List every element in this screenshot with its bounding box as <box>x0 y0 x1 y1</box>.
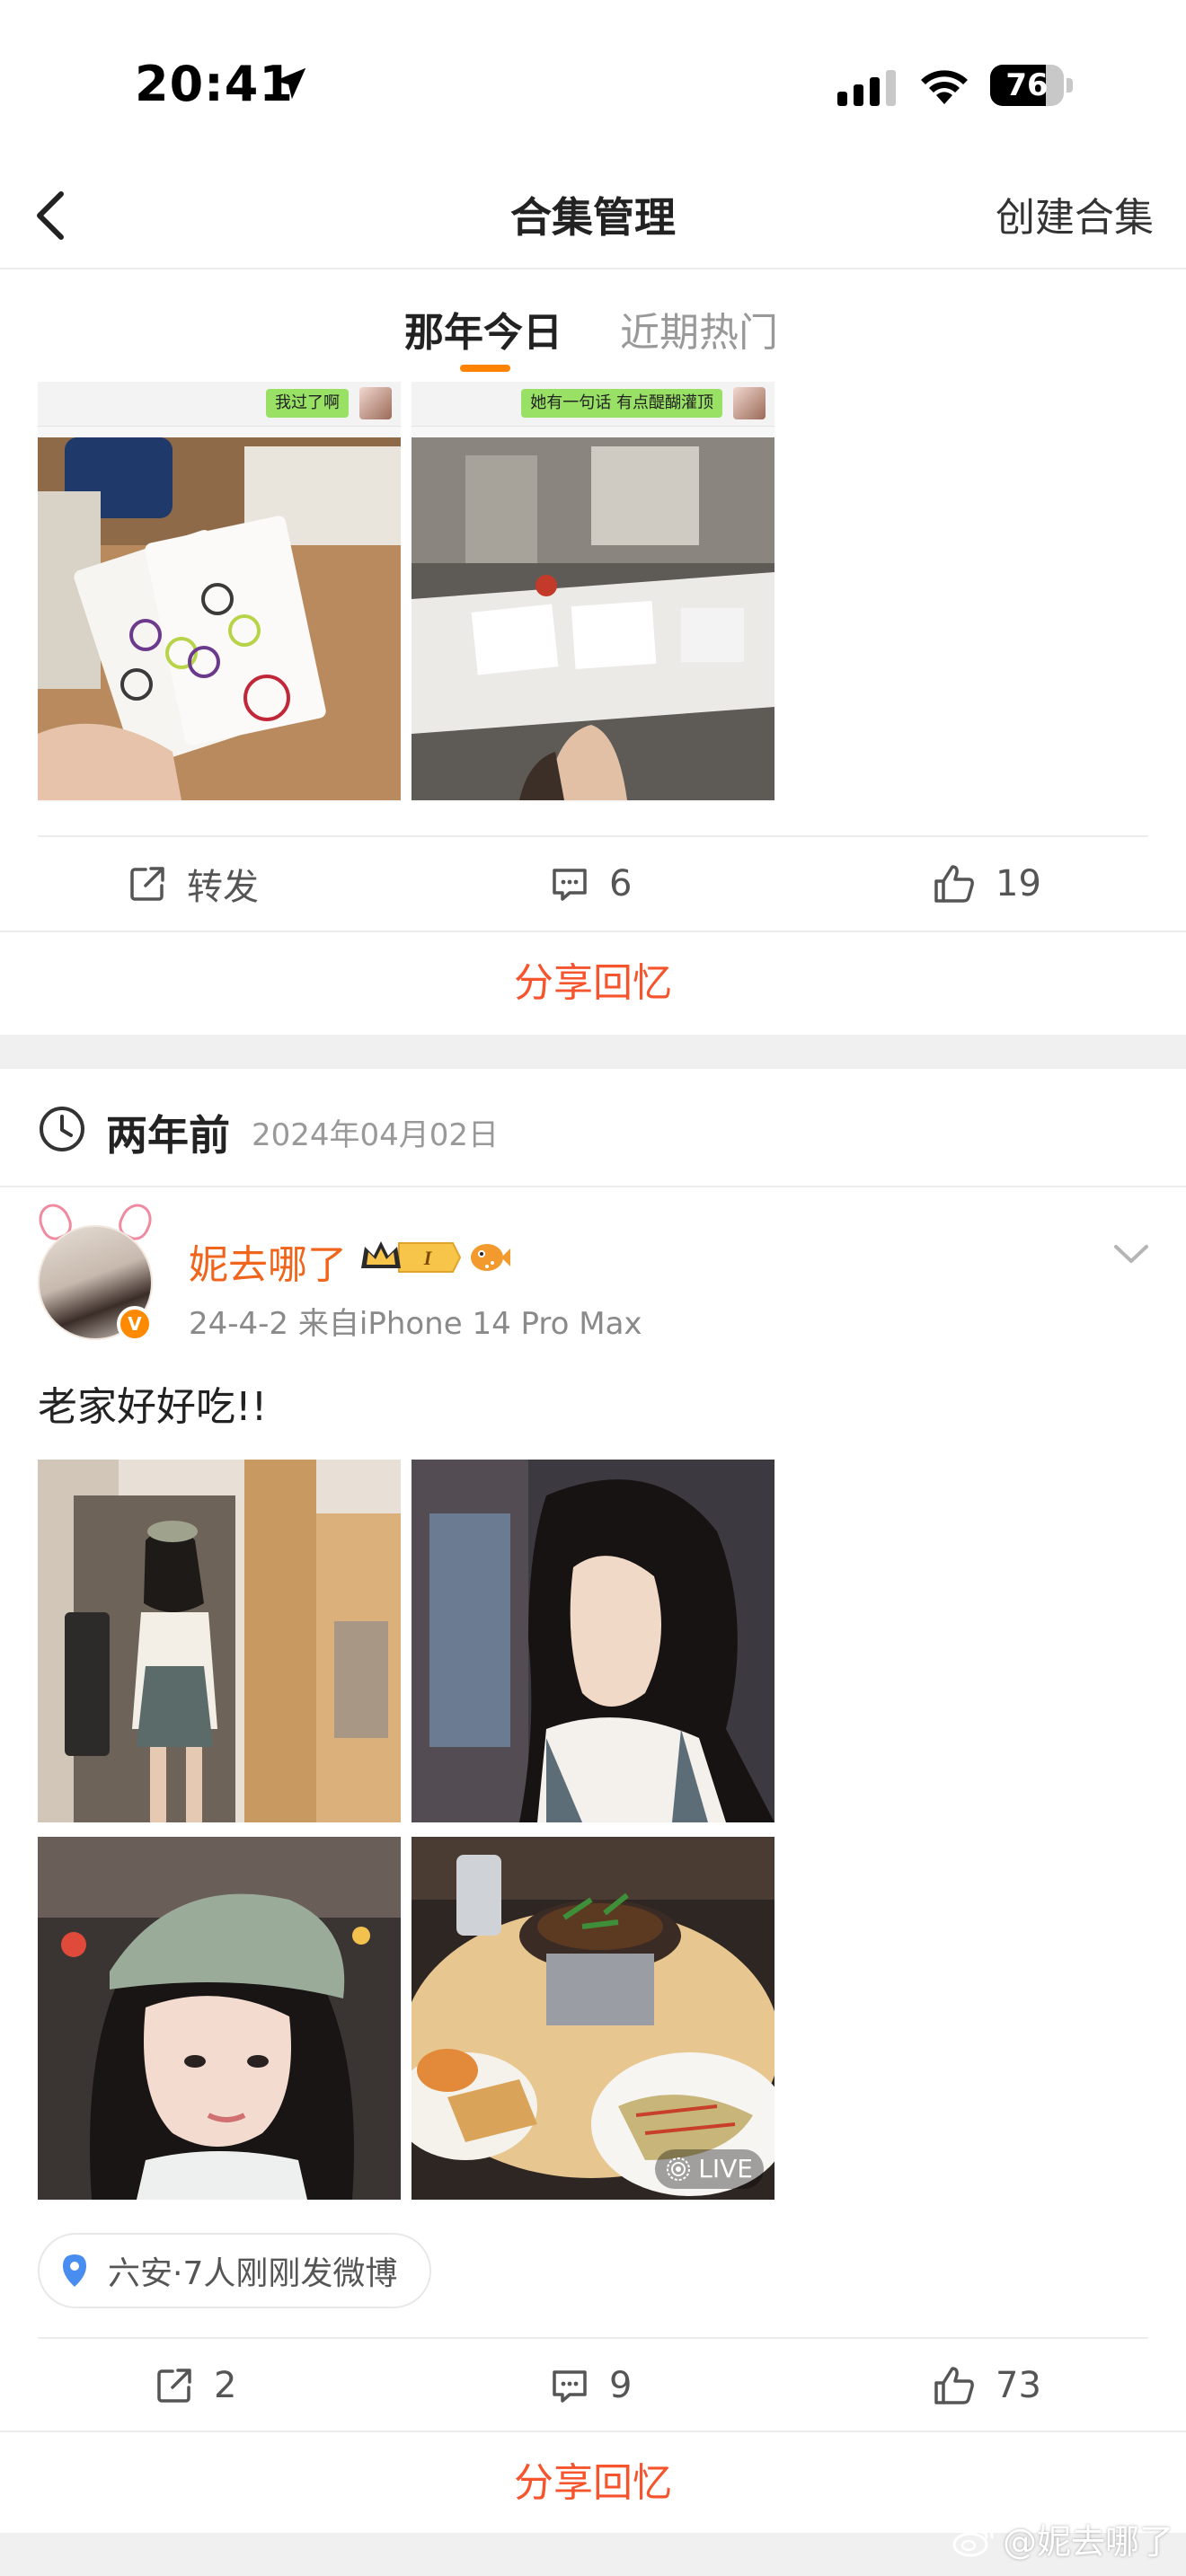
photo-cards-image[interactable]: 我过了啊 <box>38 382 401 802</box>
verified-badge-icon: V <box>117 1306 153 1342</box>
chat-avatar <box>733 387 766 419</box>
section-divider <box>0 1035 1186 1069</box>
memory-header: 两年前 2024年04月02日 <box>0 1069 1186 1187</box>
food-table-illustration <box>412 1837 774 2200</box>
comment-button[interactable]: 6 <box>550 837 632 931</box>
profile-selfie-illustration <box>412 1460 774 1822</box>
comment-count: 9 <box>609 2365 633 2406</box>
repost-label: 转发 <box>187 867 259 908</box>
comment-icon <box>553 2370 587 2403</box>
chat-screenshot-strip: 我过了啊 <box>38 382 401 427</box>
mirror-selfie-photo[interactable] <box>38 1460 401 1822</box>
nav-bar: 合集管理 创建合集 <box>0 162 1186 269</box>
repost-button[interactable]: 转发 <box>128 837 259 931</box>
like-button[interactable]: 73 <box>933 2339 1041 2432</box>
post-actions: 2 9 73 <box>38 2337 1148 2430</box>
chevron-down-icon[interactable] <box>1111 1236 1152 1272</box>
tab-recent-popular[interactable]: 近期热门 <box>620 300 778 357</box>
live-label: LIVE <box>698 2154 753 2183</box>
battery-indicator: 76 <box>990 65 1073 106</box>
username[interactable]: 妮去哪了 <box>189 1232 347 1290</box>
location-chip[interactable]: 六安·7人刚刚发微博 <box>38 2233 432 2308</box>
crown-member-badge-icon: I <box>361 1241 462 1273</box>
post-meta: 24-4-2 来自iPhone 14 Pro Max <box>189 1306 642 1342</box>
profile-selfie-photo[interactable] <box>412 1460 774 1822</box>
food-table-photo[interactable]: LIVE <box>412 1837 774 2200</box>
cap-selfie-photo[interactable] <box>38 1837 401 2200</box>
weibo-logo-icon <box>952 2525 994 2556</box>
comment-count: 6 <box>609 863 633 904</box>
active-tab-indicator <box>460 365 510 372</box>
office-desk-image[interactable]: 她有一句话 有点醍醐灌顶 <box>412 382 774 802</box>
live-photo-icon <box>667 2157 691 2181</box>
tab-on-this-day[interactable]: 那年今日 <box>404 300 562 357</box>
comment-button[interactable]: 9 <box>550 2339 632 2432</box>
photo-cards-illustration <box>38 437 401 800</box>
chat-bubble: 我过了啊 <box>266 389 349 418</box>
repost-button[interactable]: 2 <box>155 2339 236 2432</box>
previous-post-media: 我过了啊 她有一句话 有点醍醐灌顶 <box>38 382 774 804</box>
previous-post-actions: 转发 6 19 <box>38 835 1148 929</box>
repost-count: 2 <box>214 2365 237 2406</box>
battery-percent: 76 <box>1005 67 1049 103</box>
chat-bubble: 她有一句话 有点醍醐灌顶 <box>521 389 722 418</box>
memory-title: 两年前 <box>106 1111 230 1160</box>
cellular-signal-icon <box>837 70 896 106</box>
repost-icon <box>157 2369 191 2403</box>
mirror-selfie-illustration <box>38 1460 401 1822</box>
like-count: 19 <box>996 863 1041 904</box>
share-memory-button[interactable]: 分享回忆 <box>0 931 1186 1033</box>
create-collection-button[interactable]: 创建合集 <box>996 185 1154 243</box>
back-chevron-icon[interactable] <box>22 181 84 250</box>
like-count: 73 <box>996 2365 1041 2406</box>
thumbs-up-icon <box>934 865 974 903</box>
cap-selfie-illustration <box>38 1837 401 2200</box>
photo-grid: LIVE <box>38 1460 774 2200</box>
comment-icon <box>553 869 587 901</box>
location-arrow-icon <box>274 67 306 100</box>
like-button[interactable]: 19 <box>933 837 1041 931</box>
thumbs-up-icon <box>934 2367 974 2404</box>
post-text: 老家好好吃!! <box>38 1384 268 1430</box>
badge-level: I <box>423 1247 433 1269</box>
avatar[interactable]: V <box>27 1198 162 1347</box>
watermark-text: @妮去哪了 <box>1002 2522 1173 2562</box>
memory-date: 2024年04月02日 <box>252 1117 500 1153</box>
weibo-watermark: @妮去哪了 <box>952 2514 1173 2563</box>
status-bar: 20:41 76 <box>0 0 1186 162</box>
tab-bar: 那年今日 近期热门 <box>0 271 1186 379</box>
live-photo-badge: LIVE <box>655 2149 764 2189</box>
chat-screenshot-strip: 她有一句话 有点醍醐灌顶 <box>412 382 774 427</box>
location-pin-icon <box>63 2254 86 2287</box>
repost-icon <box>130 867 164 901</box>
office-desk-illustration <box>412 437 774 800</box>
clock-icon <box>40 1107 84 1151</box>
wifi-icon <box>921 70 968 104</box>
location-label: 六安·7人刚刚发微博 <box>108 2255 398 2292</box>
fish-badge-icon <box>471 1244 510 1271</box>
chat-avatar <box>359 387 392 419</box>
